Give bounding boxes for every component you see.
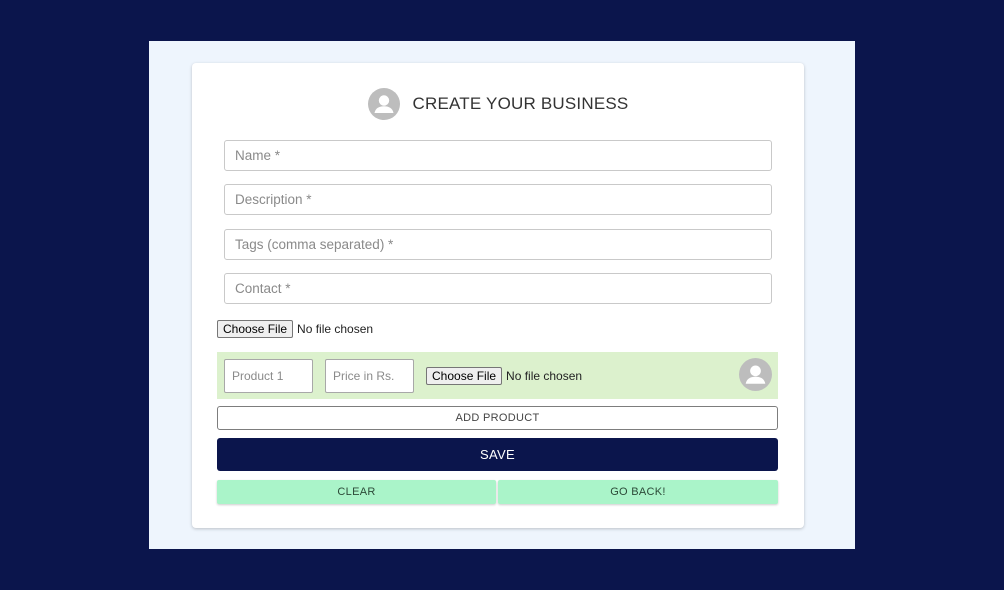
go-back-button[interactable]: GO BACK! — [498, 480, 778, 504]
save-button[interactable]: SAVE — [217, 438, 778, 471]
clear-button[interactable]: CLEAR — [217, 480, 496, 504]
product-name-input[interactable] — [224, 359, 313, 393]
page-frame: CREATE YOUR BUSINESS Choose File No file… — [149, 41, 855, 549]
product-file-picker: Choose File No file chosen — [426, 367, 582, 385]
product-file-status-text: No file chosen — [506, 369, 583, 383]
product-price-input[interactable] — [325, 359, 414, 393]
description-input[interactable] — [224, 184, 772, 215]
choose-file-button[interactable]: Choose File — [217, 320, 294, 338]
contact-input[interactable] — [224, 273, 772, 304]
add-product-button[interactable]: ADD PRODUCT — [217, 406, 778, 430]
product-choose-file-button[interactable]: Choose File — [426, 367, 503, 385]
create-business-card: CREATE YOUR BUSINESS Choose File No file… — [192, 63, 804, 528]
name-input[interactable] — [224, 140, 772, 171]
file-status-text: No file chosen — [297, 322, 374, 336]
person-avatar-icon — [367, 88, 400, 120]
product-row: Choose File No file chosen — [217, 352, 778, 399]
business-file-picker: Choose File No file chosen — [217, 320, 373, 338]
form-header: CREATE YOUR BUSINESS — [192, 87, 804, 121]
tags-input[interactable] — [224, 229, 772, 260]
product-image-avatar-icon — [739, 358, 772, 391]
page-title: CREATE YOUR BUSINESS — [412, 94, 629, 113]
